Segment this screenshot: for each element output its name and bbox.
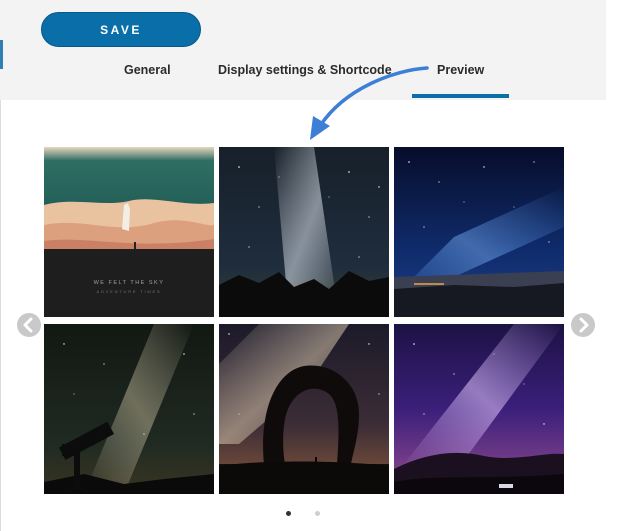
tile-title-text: WE FELT THE SKY — [94, 280, 165, 286]
right-margin — [606, 0, 621, 531]
chevron-right-icon — [579, 317, 589, 333]
carousel-dot-2[interactable] — [315, 511, 320, 516]
left-indicator — [0, 40, 3, 69]
gallery-tile-milky-way-mountains[interactable] — [219, 147, 389, 317]
save-button[interactable]: SAVE — [41, 12, 201, 47]
gallery-tile-telescope-milky-way[interactable] — [44, 324, 214, 494]
carousel-prev-button[interactable] — [17, 313, 41, 337]
tile-subtitle-text: ADVENTURE TIMES — [97, 289, 162, 294]
tab-preview[interactable]: Preview — [437, 63, 484, 77]
carousel-next-button[interactable] — [571, 313, 595, 337]
gallery-tile-purple-galaxy[interactable] — [394, 324, 564, 494]
chevron-left-icon — [23, 317, 33, 333]
left-border — [0, 100, 1, 531]
gallery-tile-blue-starry-night[interactable] — [394, 147, 564, 317]
carousel-dot-1[interactable] — [286, 511, 291, 516]
annotation-arrow-icon — [310, 66, 429, 140]
gallery-tile-delicate-arch[interactable] — [219, 324, 389, 494]
gallery-tile-desert-sky[interactable]: WE FELT THE SKY ADVENTURE TIMES — [44, 147, 214, 317]
tab-general[interactable]: General — [124, 63, 171, 77]
